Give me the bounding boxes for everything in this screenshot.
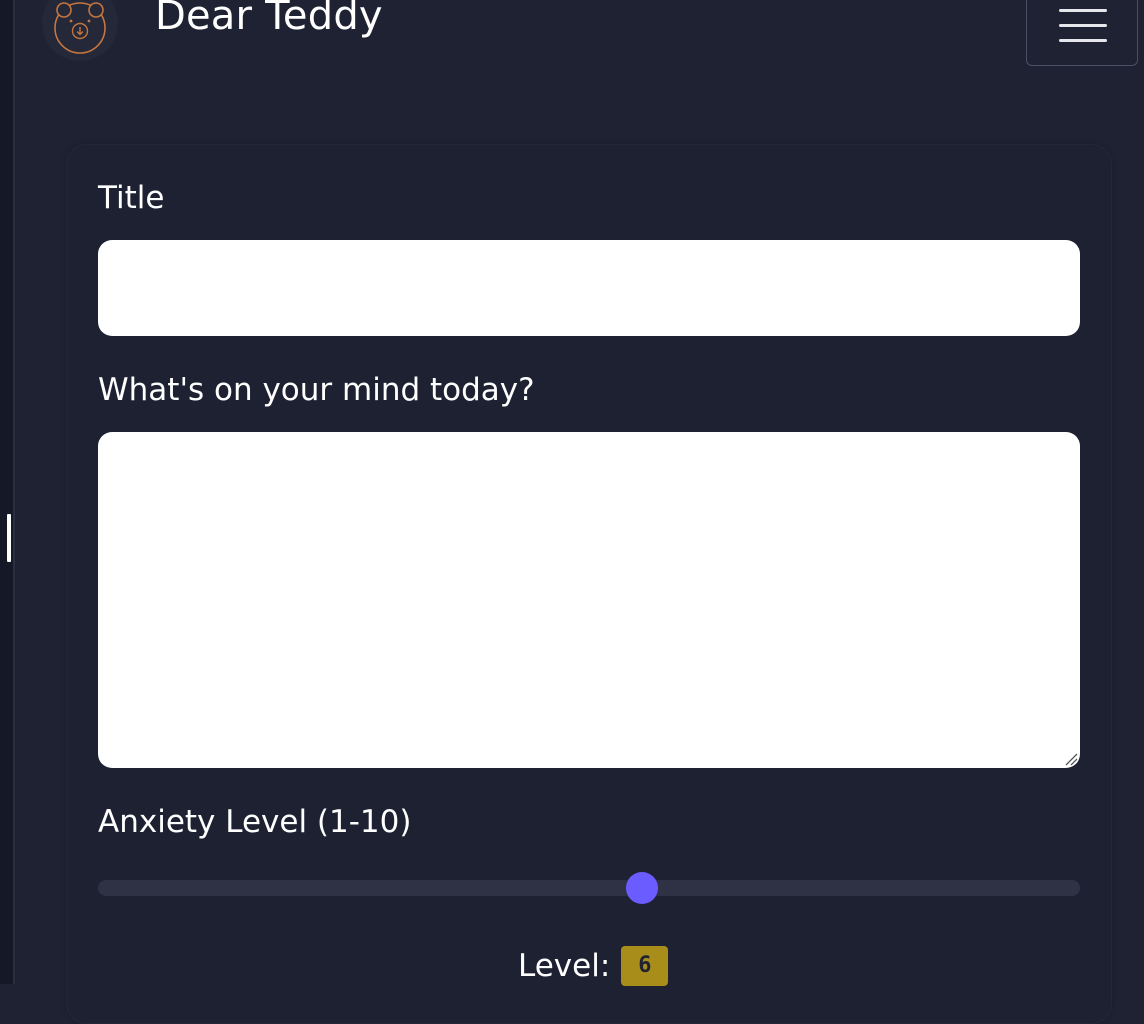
scrollbar-handle[interactable] [7, 514, 11, 562]
app-title: Dear Teddy [155, 0, 383, 39]
level-display: Level: 6 [518, 946, 669, 986]
title-label: Title [98, 180, 165, 216]
level-badge: 6 [621, 946, 669, 986]
mind-label: What's on your mind today? [98, 372, 535, 408]
anxiety-slider-track[interactable] [98, 880, 1080, 896]
hamburger-menu-icon [1059, 9, 1107, 42]
teddy-bear-logo-icon[interactable] [40, 0, 120, 68]
anxiety-level-label: Anxiety Level (1-10) [98, 804, 412, 840]
resize-grip-icon[interactable] [1062, 750, 1078, 766]
anxiety-slider-thumb[interactable] [625, 872, 658, 904]
title-input[interactable] [98, 240, 1080, 336]
level-label: Level: [518, 948, 611, 984]
menu-button[interactable] [1026, 0, 1138, 66]
side-panel-edge [0, 0, 15, 984]
mind-textarea[interactable] [98, 432, 1080, 768]
